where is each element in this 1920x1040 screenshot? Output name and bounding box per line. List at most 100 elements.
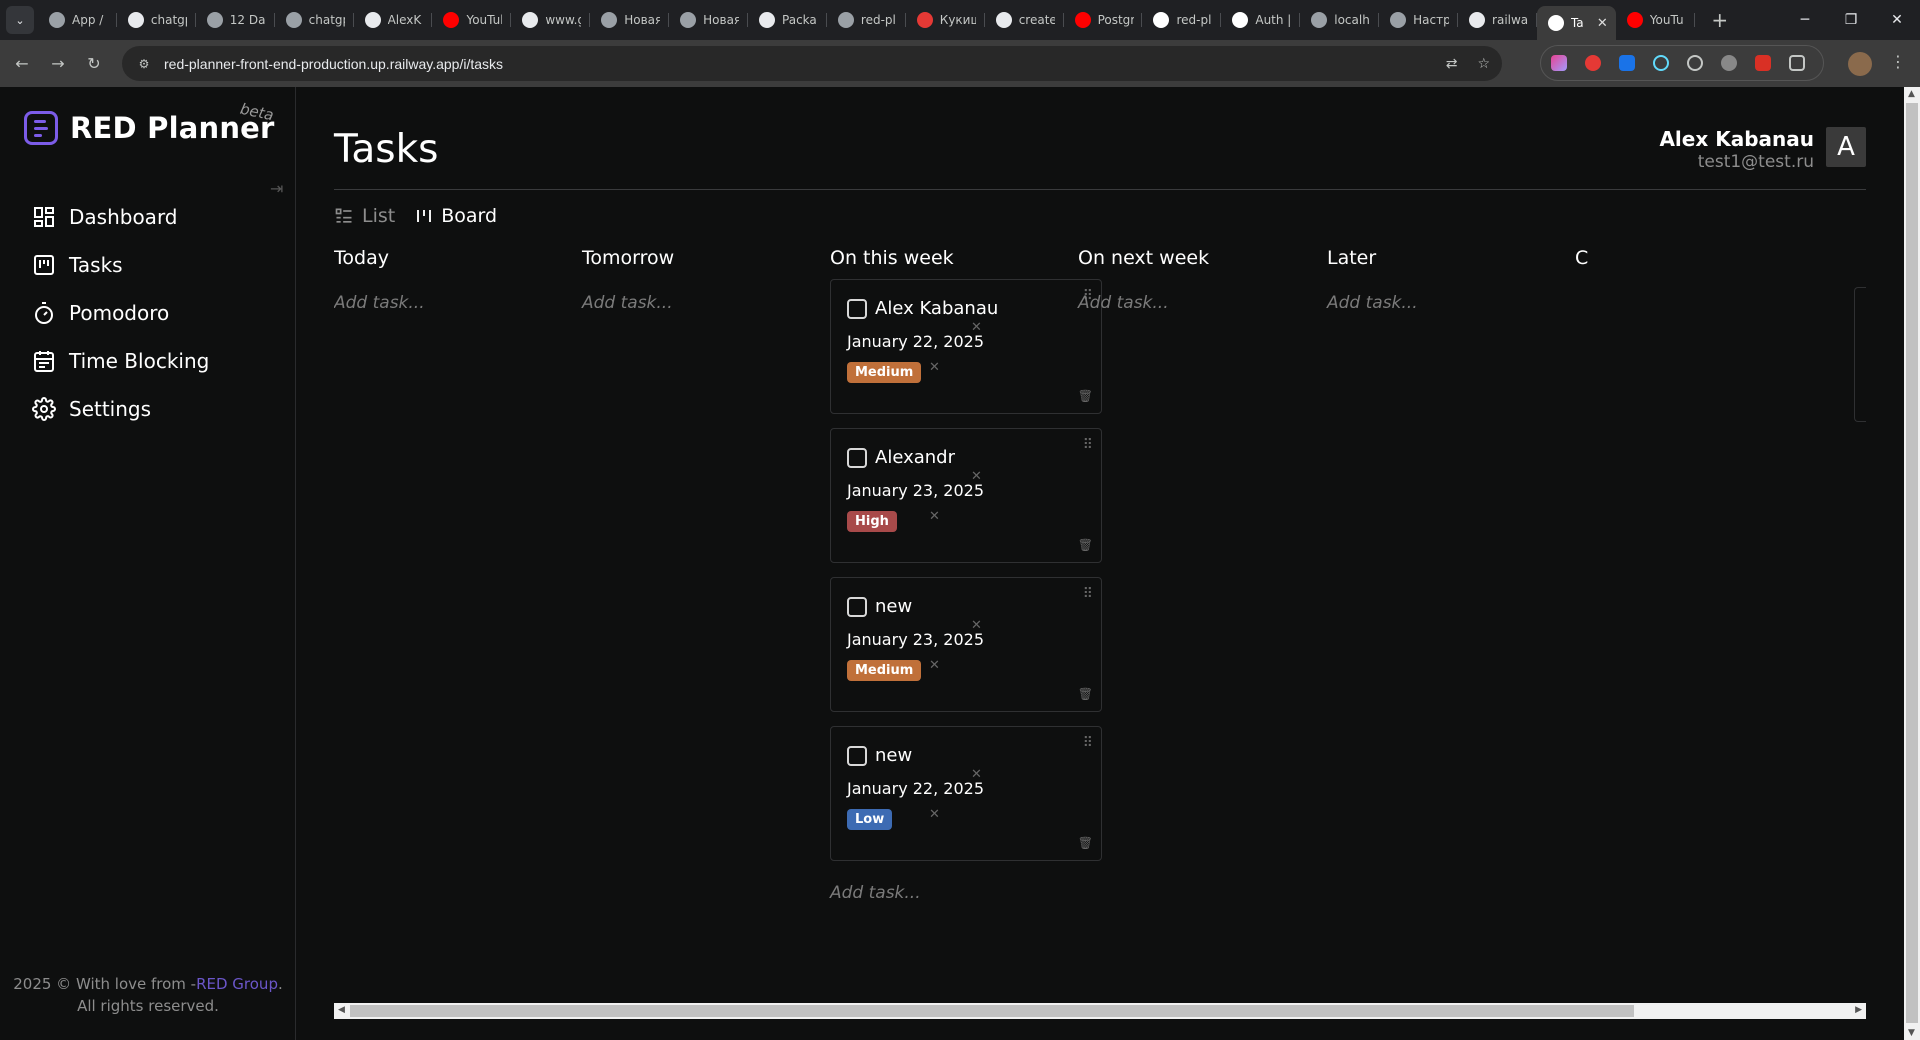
- extension-icon[interactable]: [1585, 55, 1601, 71]
- avatar[interactable]: A: [1826, 127, 1866, 167]
- browser-tab[interactable]: Auth |: [1221, 4, 1301, 36]
- forward-icon[interactable]: →: [40, 54, 76, 73]
- sidebar-item-time-blocking[interactable]: Time Blocking: [32, 337, 209, 385]
- restore-icon[interactable]: ❐: [1828, 0, 1874, 40]
- extension-icon[interactable]: [1721, 55, 1737, 71]
- translate-icon[interactable]: ⇄: [1446, 56, 1458, 72]
- extension-icon[interactable]: [1687, 55, 1703, 71]
- task-card[interactable]: [1854, 287, 1866, 422]
- task-name[interactable]: Alexandr: [875, 447, 955, 468]
- drag-handle-icon[interactable]: ⠿: [1083, 587, 1093, 601]
- browser-tab[interactable]: www.g: [511, 4, 591, 36]
- task-name[interactable]: new: [875, 596, 912, 617]
- sidebar-item-tasks[interactable]: Tasks: [32, 241, 209, 289]
- scrollbar-thumb[interactable]: [350, 1005, 1634, 1017]
- scroll-down-icon[interactable]: ▼: [1908, 1028, 1915, 1038]
- add-task-button[interactable]: Add task...: [334, 293, 606, 313]
- footer-link[interactable]: RED Group: [196, 975, 278, 993]
- horizontal-scrollbar[interactable]: ◀ ▶: [334, 1003, 1866, 1019]
- clear-date-icon[interactable]: ✕: [971, 320, 982, 335]
- task-card[interactable]: Alex Kabanau ⠿ January 22, 2025 ✕ Medium ✕ 🗑: [830, 279, 1102, 414]
- browser-menu-icon[interactable]: ⋮: [1890, 52, 1906, 71]
- translate-extension-icon[interactable]: [1619, 55, 1635, 71]
- url-text[interactable]: red-planner-front-end-production.up.rail…: [164, 56, 503, 72]
- task-card[interactable]: Alexandr ⠿ January 23, 2025 ✕ High ✕ 🗑: [830, 428, 1102, 563]
- bookmark-star-icon[interactable]: ☆: [1477, 56, 1490, 72]
- browser-tab[interactable]: Новая: [669, 4, 748, 36]
- profile-avatar[interactable]: [1848, 52, 1872, 76]
- collapse-sidebar-icon[interactable]: ⇥: [270, 179, 283, 198]
- site-info-icon[interactable]: ⚙: [134, 54, 154, 74]
- task-date[interactable]: January 23, 2025: [847, 630, 984, 649]
- browser-tab[interactable]: railway: [1458, 4, 1537, 36]
- browser-tab[interactable]: Ta ✕: [1536, 6, 1616, 40]
- browser-tab[interactable]: red-pl: [827, 4, 906, 36]
- clear-date-icon[interactable]: ✕: [971, 469, 982, 484]
- trash-icon[interactable]: 🗑: [1078, 389, 1093, 403]
- browser-tab[interactable]: 12 Days: [196, 4, 275, 36]
- browser-tab[interactable]: chatgpt: [117, 4, 196, 36]
- browser-tab[interactable]: Packa: [748, 4, 827, 36]
- browser-tab[interactable]: chatgpt: [275, 4, 354, 36]
- close-window-icon[interactable]: ✕: [1874, 0, 1920, 40]
- add-task-button[interactable]: Add task...: [582, 293, 854, 313]
- task-date[interactable]: January 22, 2025: [847, 332, 984, 351]
- task-name[interactable]: new: [875, 745, 912, 766]
- clear-date-icon[interactable]: ✕: [971, 767, 982, 782]
- task-checkbox[interactable]: [847, 448, 867, 468]
- browser-tab[interactable]: Кукиш: [906, 4, 985, 36]
- task-card[interactable]: new ⠿ January 22, 2025 ✕ Low ✕ 🗑: [830, 726, 1102, 861]
- drag-handle-icon[interactable]: ⠿: [1083, 736, 1093, 750]
- priority-badge[interactable]: Low: [847, 809, 893, 830]
- clear-date-icon[interactable]: ✕: [971, 618, 982, 633]
- task-checkbox[interactable]: [847, 597, 867, 617]
- task-checkbox[interactable]: [847, 746, 867, 766]
- puzzle-icon[interactable]: [1789, 55, 1805, 71]
- task-name[interactable]: Alex Kabanau: [875, 298, 998, 319]
- task-date[interactable]: January 23, 2025: [847, 481, 984, 500]
- back-icon[interactable]: ←: [4, 54, 40, 73]
- new-tab-button[interactable]: +: [1705, 8, 1735, 32]
- react-devtools-icon[interactable]: [1653, 55, 1669, 71]
- extension-icon[interactable]: [1755, 55, 1771, 71]
- browser-tab[interactable]: AlexK: [354, 4, 433, 36]
- browser-tab[interactable]: red-pl: [1142, 4, 1222, 36]
- user-profile[interactable]: Alex Kabanau test1@test.ru A: [1659, 127, 1866, 172]
- close-tab-icon[interactable]: ✕: [1597, 16, 1608, 31]
- task-card[interactable]: new ⠿ January 23, 2025 ✕ Medium ✕ 🗑: [830, 577, 1102, 712]
- browser-tab[interactable]: Настр: [1379, 4, 1458, 36]
- sidebar-item-settings[interactable]: Settings: [32, 385, 209, 433]
- sidebar-item-dashboard[interactable]: Dashboard: [32, 193, 209, 241]
- priority-badge[interactable]: Medium: [847, 660, 922, 681]
- add-task-button[interactable]: Add task...: [1078, 293, 1350, 313]
- add-task-button[interactable]: Add task...: [830, 883, 1102, 903]
- browser-tab[interactable]: Новая: [590, 4, 670, 36]
- add-task-button[interactable]: Add task...: [1327, 293, 1599, 313]
- browser-tab[interactable]: localh: [1300, 4, 1380, 36]
- extension-icon[interactable]: [1551, 55, 1567, 71]
- clear-priority-icon[interactable]: ✕: [929, 658, 940, 673]
- board-view-button[interactable]: Board: [415, 205, 497, 227]
- app-logo[interactable]: RED Planner: [24, 111, 275, 145]
- scroll-up-icon[interactable]: ▲: [1908, 89, 1915, 99]
- browser-tab[interactable]: YouTu: [1616, 4, 1695, 36]
- list-view-button[interactable]: List: [334, 205, 395, 227]
- reload-icon[interactable]: ↻: [76, 54, 112, 73]
- address-bar[interactable]: ⚙ red-planner-front-end-production.up.ra…: [122, 46, 1502, 81]
- scroll-left-icon[interactable]: ◀: [338, 1005, 345, 1015]
- task-date[interactable]: January 22, 2025: [847, 779, 984, 798]
- scrollbar-thumb[interactable]: [1906, 103, 1918, 1023]
- task-checkbox[interactable]: [847, 299, 867, 319]
- clear-priority-icon[interactable]: ✕: [929, 807, 940, 822]
- browser-tab[interactable]: YouTube: [432, 4, 512, 36]
- priority-badge[interactable]: High: [847, 511, 897, 532]
- browser-tab[interactable]: App /: [38, 4, 117, 36]
- tab-search-button[interactable]: ⌄: [6, 6, 34, 34]
- trash-icon[interactable]: 🗑: [1078, 836, 1093, 850]
- browser-tab[interactable]: Postgr: [1064, 4, 1143, 36]
- trash-icon[interactable]: 🗑: [1078, 687, 1093, 701]
- minimize-icon[interactable]: ─: [1782, 0, 1828, 40]
- drag-handle-icon[interactable]: ⠿: [1083, 438, 1093, 452]
- vertical-scrollbar[interactable]: ▲ ▼: [1904, 87, 1920, 1040]
- trash-icon[interactable]: 🗑: [1078, 538, 1093, 552]
